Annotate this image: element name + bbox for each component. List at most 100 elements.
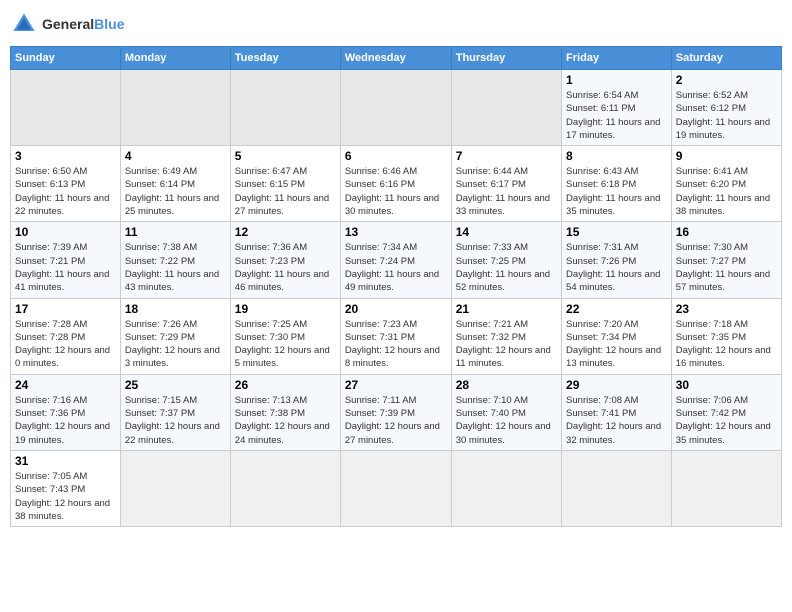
day-info: Sunrise: 7:36 AM Sunset: 7:23 PM Dayligh… [235,241,336,294]
week-row-2: 3 Sunrise: 6:50 AM Sunset: 6:13 PM Daylig… [11,146,782,222]
day-number: 1 [566,73,667,87]
day-info: Sunrise: 7:13 AM Sunset: 7:38 PM Dayligh… [235,394,336,447]
day-info: Sunrise: 7:16 AM Sunset: 7:36 PM Dayligh… [15,394,116,447]
day-number: 14 [456,225,557,239]
day-info: Sunrise: 7:11 AM Sunset: 7:39 PM Dayligh… [345,394,447,447]
day-info: Sunrise: 7:28 AM Sunset: 7:28 PM Dayligh… [15,318,116,371]
day-number: 9 [676,149,777,163]
calendar-cell: 11Sunrise: 7:38 AM Sunset: 7:22 PM Dayli… [120,222,230,298]
calendar-cell: 28Sunrise: 7:10 AM Sunset: 7:40 PM Dayli… [451,374,561,450]
day-number: 6 [345,149,447,163]
calendar-cell: 15 Sunrise: 7:31 AM Sunset: 7:26 PM Dayli… [562,222,672,298]
day-info: Sunrise: 7:15 AM Sunset: 7:37 PM Dayligh… [125,394,226,447]
day-number: 24 [15,378,116,392]
day-info: Sunrise: 6:47 AM Sunset: 6:15 PM Dayligh… [235,165,336,218]
day-number: 21 [456,302,557,316]
calendar-cell: 2Sunrise: 6:52 AM Sunset: 6:12 PM Daylig… [671,70,781,146]
day-number: 18 [125,302,226,316]
page-header: GeneralBlue [10,10,782,38]
calendar-cell [120,450,230,526]
day-header-thursday: Thursday [451,47,561,70]
day-number: 5 [235,149,336,163]
calendar-cell: 23 Sunrise: 7:18 AM Sunset: 7:35 PM Dayli… [671,298,781,374]
calendar-cell [451,70,561,146]
day-info: Sunrise: 6:50 AM Sunset: 6:13 PM Dayligh… [15,165,116,218]
day-number: 15 [566,225,667,239]
day-info: Sunrise: 7:30 AM Sunset: 7:27 PM Dayligh… [676,241,777,294]
day-info: Sunrise: 7:25 AM Sunset: 7:30 PM Dayligh… [235,318,336,371]
calendar-cell: 22Sunrise: 7:20 AM Sunset: 7:34 PM Dayli… [562,298,672,374]
day-number: 11 [125,225,226,239]
calendar-cell: 14Sunrise: 7:33 AM Sunset: 7:25 PM Dayli… [451,222,561,298]
week-row-1: 1 Sunrise: 6:54 AM Sunset: 6:11 PM Daylig… [11,70,782,146]
calendar-cell: 7Sunrise: 6:44 AM Sunset: 6:17 PM Daylig… [451,146,561,222]
calendar-cell: 24 Sunrise: 7:16 AM Sunset: 7:36 PM Dayli… [11,374,121,450]
calendar-cell: 20 Sunrise: 7:23 AM Sunset: 7:31 PM Dayli… [340,298,451,374]
calendar-cell: 5 Sunrise: 6:47 AM Sunset: 6:15 PM Daylig… [230,146,340,222]
day-info: Sunrise: 6:46 AM Sunset: 6:16 PM Dayligh… [345,165,447,218]
day-number: 29 [566,378,667,392]
day-number: 3 [15,149,116,163]
day-number: 17 [15,302,116,316]
calendar-cell [230,450,340,526]
day-header-monday: Monday [120,47,230,70]
day-info: Sunrise: 7:06 AM Sunset: 7:42 PM Dayligh… [676,394,777,447]
day-info: Sunrise: 6:44 AM Sunset: 6:17 PM Dayligh… [456,165,557,218]
day-header-sunday: Sunday [11,47,121,70]
day-info: Sunrise: 6:49 AM Sunset: 6:14 PM Dayligh… [125,165,226,218]
day-number: 10 [15,225,116,239]
day-info: Sunrise: 7:23 AM Sunset: 7:31 PM Dayligh… [345,318,447,371]
day-number: 19 [235,302,336,316]
day-info: Sunrise: 7:34 AM Sunset: 7:24 PM Dayligh… [345,241,447,294]
day-info: Sunrise: 7:18 AM Sunset: 7:35 PM Dayligh… [676,318,777,371]
day-info: Sunrise: 6:52 AM Sunset: 6:12 PM Dayligh… [676,89,777,142]
day-header-tuesday: Tuesday [230,47,340,70]
day-info: Sunrise: 6:41 AM Sunset: 6:20 PM Dayligh… [676,165,777,218]
calendar-cell [671,450,781,526]
calendar-cell: 8Sunrise: 6:43 AM Sunset: 6:18 PM Daylig… [562,146,672,222]
calendar-cell [340,450,451,526]
logo-text: GeneralBlue [42,16,124,32]
day-info: Sunrise: 7:10 AM Sunset: 7:40 PM Dayligh… [456,394,557,447]
calendar-cell: 17 Sunrise: 7:28 AM Sunset: 7:28 PM Dayli… [11,298,121,374]
week-row-3: 10 Sunrise: 7:39 AM Sunset: 7:21 PM Dayli… [11,222,782,298]
calendar-cell [451,450,561,526]
calendar-cell: 3 Sunrise: 6:50 AM Sunset: 6:13 PM Daylig… [11,146,121,222]
calendar-cell: 13Sunrise: 7:34 AM Sunset: 7:24 PM Dayli… [340,222,451,298]
day-header-friday: Friday [562,47,672,70]
day-info: Sunrise: 7:21 AM Sunset: 7:32 PM Dayligh… [456,318,557,371]
day-number: 20 [345,302,447,316]
week-row-4: 17 Sunrise: 7:28 AM Sunset: 7:28 PM Dayli… [11,298,782,374]
day-number: 30 [676,378,777,392]
day-number: 23 [676,302,777,316]
day-info: Sunrise: 7:08 AM Sunset: 7:41 PM Dayligh… [566,394,667,447]
calendar-cell [230,70,340,146]
day-number: 8 [566,149,667,163]
calendar-cell [562,450,672,526]
calendar-cell: 10 Sunrise: 7:39 AM Sunset: 7:21 PM Dayli… [11,222,121,298]
week-row-6: 31 Sunrise: 7:05 AM Sunset: 7:43 PM Dayli… [11,450,782,526]
week-row-5: 24 Sunrise: 7:16 AM Sunset: 7:36 PM Dayli… [11,374,782,450]
day-info: Sunrise: 7:39 AM Sunset: 7:21 PM Dayligh… [15,241,116,294]
day-info: Sunrise: 6:54 AM Sunset: 6:11 PM Dayligh… [566,89,667,142]
calendar-cell: 4Sunrise: 6:49 AM Sunset: 6:14 PM Daylig… [120,146,230,222]
calendar-cell: 31 Sunrise: 7:05 AM Sunset: 7:43 PM Dayli… [11,450,121,526]
calendar-cell: 12 Sunrise: 7:36 AM Sunset: 7:23 PM Dayli… [230,222,340,298]
day-info: Sunrise: 7:26 AM Sunset: 7:29 PM Dayligh… [125,318,226,371]
logo: GeneralBlue [10,10,124,38]
calendar-cell [340,70,451,146]
calendar-cell: 18 Sunrise: 7:26 AM Sunset: 7:29 PM Dayli… [120,298,230,374]
day-number: 22 [566,302,667,316]
day-info: Sunrise: 7:05 AM Sunset: 7:43 PM Dayligh… [15,470,116,523]
calendar-cell: 25 Sunrise: 7:15 AM Sunset: 7:37 PM Dayli… [120,374,230,450]
day-number: 12 [235,225,336,239]
day-number: 25 [125,378,226,392]
day-number: 27 [345,378,447,392]
calendar-header-row: SundayMondayTuesdayWednesdayThursdayFrid… [11,47,782,70]
calendar-cell: 1 Sunrise: 6:54 AM Sunset: 6:11 PM Daylig… [562,70,672,146]
calendar-cell: 9 Sunrise: 6:41 AM Sunset: 6:20 PM Daylig… [671,146,781,222]
calendar-cell: 6 Sunrise: 6:46 AM Sunset: 6:16 PM Daylig… [340,146,451,222]
day-number: 31 [15,454,116,468]
generalblue-logo-icon [10,10,38,38]
day-info: Sunrise: 7:31 AM Sunset: 7:26 PM Dayligh… [566,241,667,294]
